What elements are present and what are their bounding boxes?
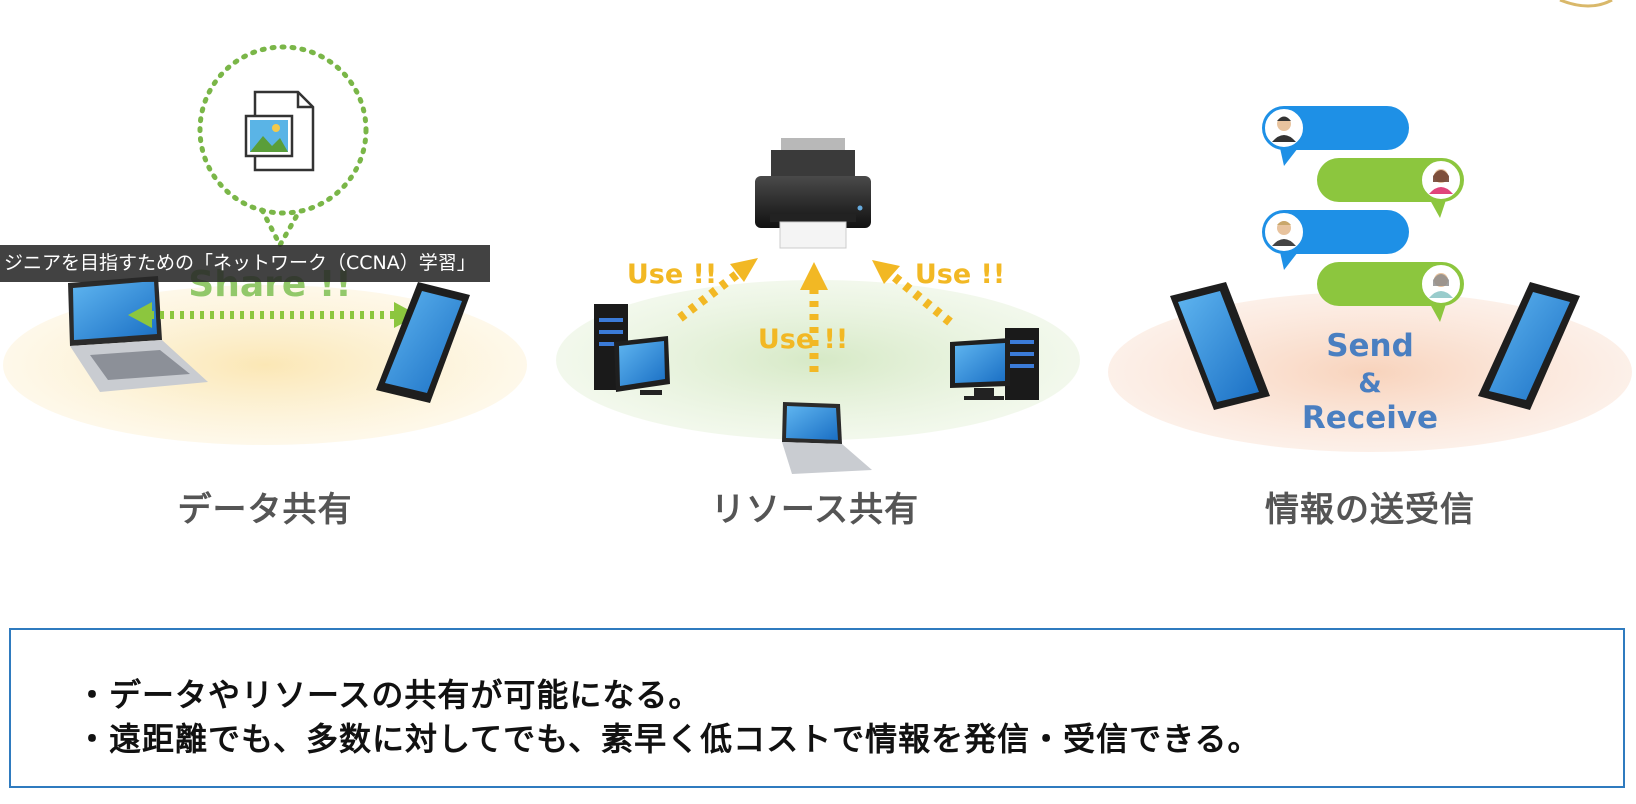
summary-line-2: ・遠距離でも、多数に対してでも、素早く低コストで情報を発信・受信できる。 (76, 720, 1261, 758)
printer-icon (755, 138, 871, 249)
chat-avatar-1-icon (1263, 107, 1305, 149)
video-title-tooltip: ジニアを目指すための「ネットワーク（CCNA）学習」 (0, 245, 490, 282)
chat-avatar-4-icon (1420, 263, 1462, 305)
resource-share-caption: リソース共有 (710, 490, 920, 530)
use-label-right: Use !! (915, 259, 1005, 290)
badge-corner (1559, 0, 1613, 8)
chat-avatar-2-icon (1420, 159, 1462, 201)
receive-label: Receive (1302, 400, 1438, 436)
send-label: Send (1326, 328, 1414, 364)
message-caption: 情報の送受信 (1265, 490, 1475, 530)
use-label-left: Use !! (627, 259, 717, 290)
summary-line-1: ・データやリソースの共有が可能になる。 (76, 676, 702, 714)
summary-box: ・データやリソースの共有が可能になる。 ・遠距離でも、多数に対してでも、素早く低… (9, 628, 1625, 788)
data-share-caption: データ共有 (177, 490, 353, 530)
use-label-center: Use !! (758, 324, 848, 355)
image-file-icon (244, 90, 315, 172)
chat-avatar-3-icon (1263, 211, 1305, 253)
ampersand-label: & (1358, 368, 1382, 399)
